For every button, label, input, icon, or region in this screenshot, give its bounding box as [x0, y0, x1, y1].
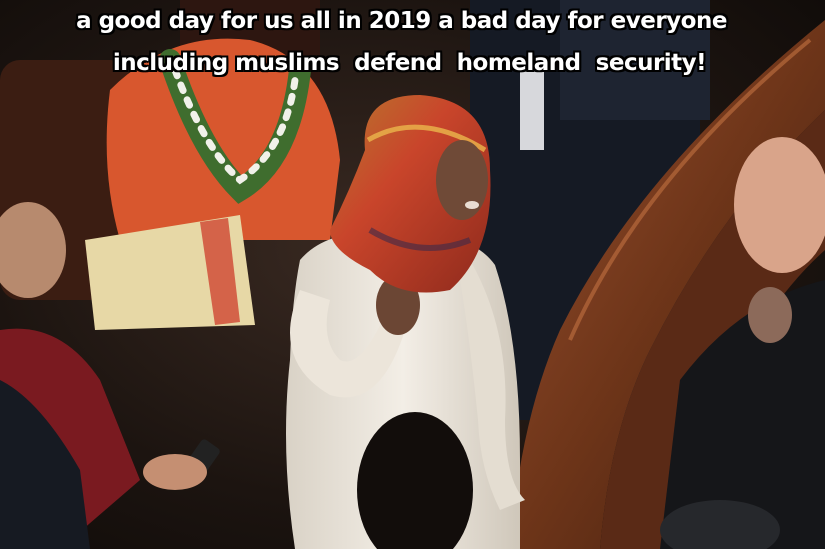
face: [436, 140, 488, 220]
photo-scene: a good day for us all in 2019 a bad day …: [0, 0, 825, 549]
hand: [143, 454, 207, 490]
mouth: [465, 201, 479, 209]
photo-illustration: [0, 0, 825, 549]
meme-caption-line-2: including muslims defend homeland securi…: [112, 50, 707, 76]
bearded-man-head: [748, 287, 792, 343]
meme-caption-line-1: a good day for us all in 2019 a bad day …: [76, 8, 727, 34]
